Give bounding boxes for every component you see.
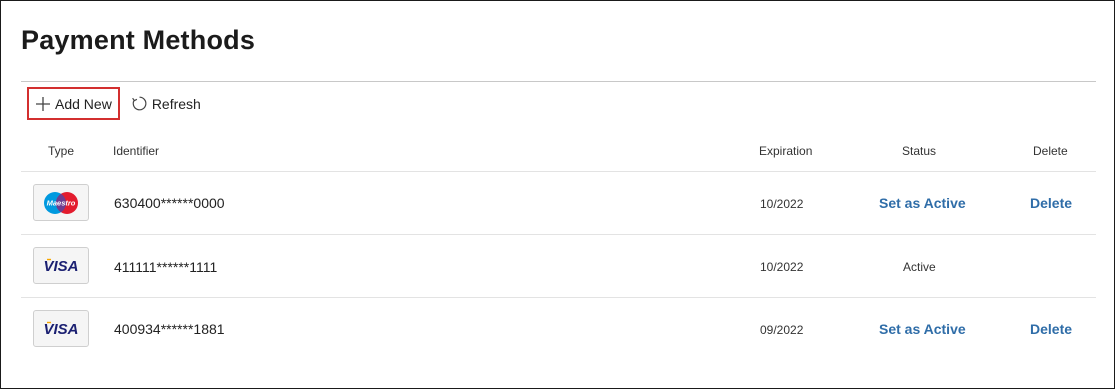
column-header-type: Type — [48, 144, 75, 158]
maestro-card-icon: Maestro — [33, 184, 89, 221]
page-title: Payment Methods — [21, 25, 256, 55]
refresh-button[interactable]: Refresh — [131, 87, 205, 120]
column-header-status: Status — [902, 144, 937, 158]
plus-icon — [35, 96, 51, 112]
active-status-text: Active — [903, 260, 936, 274]
set-as-active-link[interactable]: Set as Active — [879, 195, 966, 211]
refresh-icon — [131, 95, 148, 112]
card-expiration: 10/2022 — [760, 260, 804, 274]
column-header-identifier: Identifier — [113, 144, 160, 158]
title-divider — [21, 81, 1096, 82]
card-brand-text: VISA — [43, 321, 78, 338]
table-row: VISA 400934******1881 09/2022 Set as Act… — [21, 298, 1096, 361]
card-identifier: 411111******1111 — [114, 259, 218, 275]
add-new-label: Add New — [55, 95, 112, 112]
column-header-expiration: Expiration — [759, 144, 813, 158]
delete-link[interactable]: Delete — [1030, 321, 1072, 337]
payment-methods-panel: Payment Methods Add New Refresh Type Ide… — [0, 0, 1115, 389]
table-row: VISA 411111******1111 10/2022 Active — [21, 235, 1096, 298]
card-brand-text: VISA — [43, 258, 78, 275]
add-new-button[interactable]: Add New — [27, 87, 120, 120]
card-identifier: 400934******1881 — [114, 321, 225, 337]
set-as-active-link[interactable]: Set as Active — [879, 321, 966, 337]
delete-link[interactable]: Delete — [1030, 195, 1072, 211]
card-identifier: 630400******0000 — [114, 195, 225, 211]
refresh-label: Refresh — [151, 95, 201, 112]
card-expiration: 09/2022 — [760, 323, 804, 337]
column-header-delete: Delete — [1033, 144, 1068, 158]
card-expiration: 10/2022 — [760, 197, 804, 211]
visa-card-icon: VISA — [33, 310, 89, 347]
toolbar: Add New Refresh — [27, 87, 205, 120]
table-row: Maestro 630400******0000 10/2022 Set as … — [21, 172, 1096, 235]
visa-card-icon: VISA — [33, 247, 89, 284]
card-brand-text: Maestro — [47, 198, 76, 207]
